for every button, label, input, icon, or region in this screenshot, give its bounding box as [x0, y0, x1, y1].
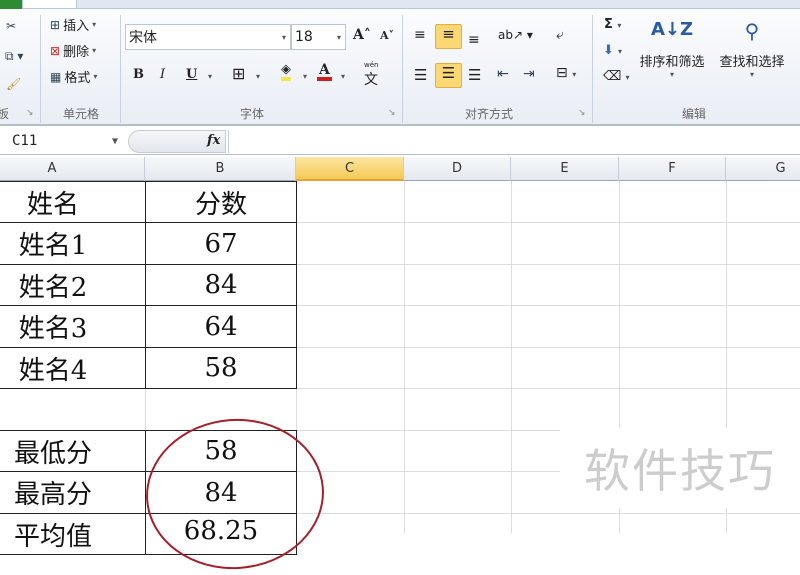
align-center-icon[interactable]: ☰: [435, 63, 462, 88]
orientation-icon[interactable]: ab↗ ▾: [498, 28, 533, 42]
decrease-indent-icon[interactable]: ⇤: [497, 66, 509, 82]
phonetic-glyph: 文: [364, 72, 378, 88]
delete-icon: ⊠: [50, 43, 61, 58]
font-color-button[interactable]: A: [317, 63, 332, 81]
align-right-icon[interactable]: ☰: [468, 66, 481, 84]
clear-icon[interactable]: ⌫ ▾: [603, 69, 630, 84]
dialog-launcher-icon[interactable]: ↘: [578, 108, 586, 118]
summary-label-avg[interactable]: 平均值: [0, 513, 146, 555]
fill-color-icon[interactable]: ◈: [281, 63, 291, 81]
sort-filter-icon: A↓Z: [650, 19, 694, 40]
font-name-select[interactable]: 宋体 ▾: [125, 24, 291, 50]
ribbon-tabs: [0, 0, 800, 9]
column-header-g[interactable]: G: [726, 157, 800, 181]
cells-group-label: 单元格: [62, 107, 99, 121]
tab-file[interactable]: [0, 0, 22, 9]
wrap-text-icon[interactable]: ⤶: [556, 27, 564, 43]
sort-filter-button[interactable]: A↓Z 排序和筛选 ▾: [634, 19, 710, 79]
summary-label-max[interactable]: 最高分: [0, 471, 146, 514]
autosum-button[interactable]: Σ ▾: [604, 17, 621, 32]
clipboard-group-label: 板: [0, 107, 9, 121]
dialog-launcher-icon[interactable]: ↘: [388, 108, 396, 118]
insert-button[interactable]: ⊞ 插入 ▾: [50, 15, 96, 35]
table-row-name[interactable]: 姓名2: [0, 264, 146, 306]
align-top-icon[interactable]: ≡: [414, 27, 426, 43]
column-header-c[interactable]: C: [296, 157, 404, 181]
format-painter-icon[interactable]: 🖌: [6, 77, 21, 91]
table-row-score[interactable]: 58: [145, 347, 297, 389]
table-row-name[interactable]: 姓名1: [0, 222, 146, 265]
merge-center-icon[interactable]: ⊟ ▾: [556, 65, 576, 81]
fill-icon[interactable]: ⬇ ▾: [603, 43, 622, 58]
italic-button[interactable]: I: [160, 67, 165, 82]
table-row-name[interactable]: 姓名4: [0, 347, 146, 389]
underline-dropdown[interactable]: ▾: [208, 72, 212, 81]
insert-function-button[interactable]: fx: [207, 133, 220, 148]
formula-bar: C11 ▼ fx: [0, 128, 800, 155]
column-header-a[interactable]: A: [0, 157, 145, 181]
increase-indent-icon[interactable]: ⇥: [523, 66, 535, 82]
binoculars-icon: ⚲: [744, 19, 760, 43]
find-select-button[interactable]: ⚲ 查找和选择 ▾: [714, 19, 790, 79]
insert-icon: ⊞: [50, 17, 61, 32]
watermark: 软件技巧: [560, 428, 800, 508]
format-button[interactable]: ▦ 格式 ▾: [50, 67, 97, 87]
alignment-group-label: 对齐方式: [464, 107, 513, 121]
cut-icon[interactable]: ✂: [6, 19, 16, 33]
table-row-score[interactable]: 67: [145, 222, 297, 265]
tab-home[interactable]: [22, 0, 77, 9]
ribbon: ✂ ⧉ ▾ 🖌 板 ↘ ⊞ 插入 ▾ ⊠ 删除 ▾ ▦ 格式 ▾ 单元格 宋体 ▾ 18 ▾ A…: [0, 9, 800, 126]
align-middle-icon[interactable]: ≡: [435, 24, 462, 49]
column-header-f[interactable]: F: [619, 157, 726, 181]
cell-a1[interactable]: 姓名: [0, 181, 146, 223]
table-row-score[interactable]: 84: [145, 264, 297, 306]
column-header-b[interactable]: B: [145, 157, 296, 181]
table-row-name[interactable]: 姓名3: [0, 305, 146, 348]
borders-icon[interactable]: ⊞: [232, 64, 245, 83]
name-box[interactable]: C11 ▼: [0, 131, 125, 152]
delete-button[interactable]: ⊠ 删除 ▾: [50, 41, 96, 61]
format-icon: ▦: [50, 69, 62, 84]
font-size-select[interactable]: 18 ▾: [291, 24, 346, 50]
editing-group-label: 编辑: [681, 107, 706, 121]
shrink-font-icon[interactable]: A˅: [380, 29, 394, 42]
phonetic-icon[interactable]: wén: [364, 61, 378, 69]
table-row-score[interactable]: 64: [145, 305, 297, 348]
align-bottom-icon[interactable]: ≡: [468, 32, 480, 48]
copy-icon[interactable]: ⧉ ▾: [5, 49, 23, 64]
bold-button[interactable]: B: [133, 67, 144, 82]
column-header-e[interactable]: E: [511, 157, 619, 181]
dialog-launcher-icon[interactable]: ↘: [26, 108, 34, 118]
grow-font-icon[interactable]: A˄: [353, 27, 371, 43]
formula-bar-controls: fx: [128, 130, 226, 153]
summary-label-min[interactable]: 最低分: [0, 430, 146, 472]
formula-input[interactable]: [228, 130, 800, 153]
column-header-d[interactable]: D: [404, 157, 511, 181]
align-left-icon[interactable]: ☰: [414, 66, 427, 84]
font-group-label: 字体: [239, 107, 264, 121]
column-headers: A B C D E F G: [0, 157, 800, 181]
underline-button[interactable]: U: [186, 67, 197, 82]
cell-b1[interactable]: 分数: [145, 181, 297, 223]
